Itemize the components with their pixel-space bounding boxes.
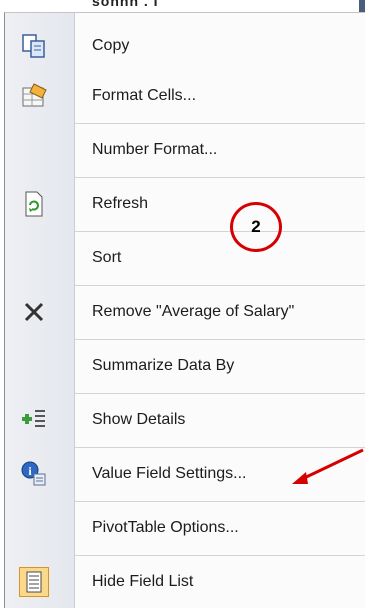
menu-separator — [75, 177, 365, 178]
value-field-settings-icon: i — [19, 459, 49, 489]
menu-separator — [75, 339, 365, 340]
menu-item-number-format[interactable]: Number Format... — [5, 125, 365, 175]
menu-item-label: Copy — [92, 37, 130, 54]
menu-item-sort[interactable]: Sort — [5, 233, 365, 283]
pivot-context-menu: Copy Format Cells... Number Format... Re… — [4, 12, 365, 608]
step-callout-circle: 2 — [230, 202, 282, 252]
menu-separator — [75, 393, 365, 394]
menu-separator — [75, 555, 365, 556]
screenshot-stage: sonnn . I Copy Format Cells... Number Fo… — [0, 0, 365, 608]
menu-separator — [75, 231, 365, 232]
menu-item-label: Hide Field List — [92, 573, 194, 590]
menu-item-label: Remove "Average of Salary" — [92, 303, 295, 320]
menu-item-label: Summarize Data By — [92, 357, 235, 374]
red-pointer-arrow-icon — [292, 448, 364, 484]
menu-item-label: Number Format... — [92, 141, 218, 158]
menu-item-label: Value Field Settings... — [92, 465, 247, 482]
show-details-icon — [19, 405, 49, 435]
menu-item-summarize-data-by[interactable]: Summarize Data By — [5, 341, 365, 391]
menu-separator — [75, 123, 365, 124]
menu-item-label: Format Cells... — [92, 87, 197, 104]
worksheet-cut-text: sonnn . I — [92, 0, 159, 9]
menu-separator — [75, 501, 365, 502]
menu-item-remove-average-of-salary[interactable]: Remove "Average of Salary" — [5, 287, 365, 337]
menu-item-label: Refresh — [92, 195, 149, 212]
menu-item-show-details[interactable]: Show Details — [5, 395, 365, 445]
format-cells-icon — [19, 81, 49, 111]
menu-item-hide-field-list[interactable]: Hide Field List — [5, 557, 365, 607]
menu-separator — [75, 285, 365, 286]
menu-item-label: Sort — [92, 249, 122, 266]
menu-item-pivottable-options[interactable]: PivotTable Options... — [5, 503, 365, 553]
field-list-icon — [19, 567, 49, 597]
copy-icon — [19, 31, 49, 61]
menu-item-label: PivotTable Options... — [92, 519, 239, 536]
menu-item-format-cells[interactable]: Format Cells... — [5, 71, 365, 121]
remove-x-icon — [19, 297, 49, 327]
menu-item-refresh[interactable]: Refresh — [5, 179, 365, 229]
menu-item-label: Show Details — [92, 411, 186, 428]
menu-item-copy[interactable]: Copy — [5, 21, 365, 71]
refresh-icon — [19, 189, 49, 219]
